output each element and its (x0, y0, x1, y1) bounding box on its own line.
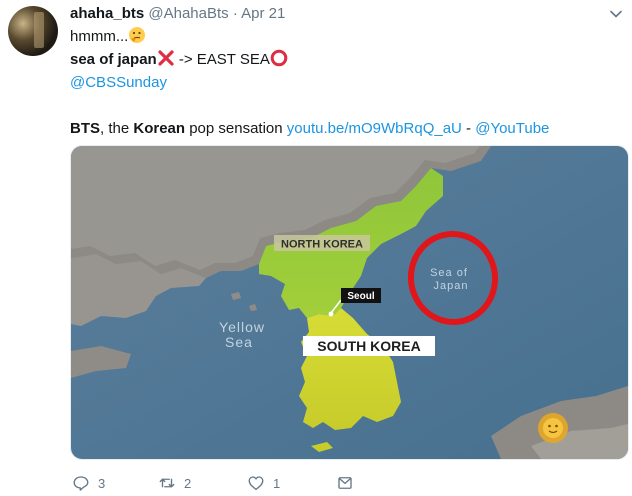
tweet-text-mid: , the (100, 120, 134, 137)
tweet-text: hmmm... sea of japan -> EAST SEA @CBSSun… (70, 25, 610, 140)
media-preview[interactable]: NORTH KOREA SOUTH KOREA Seoul Yellow Sea… (70, 145, 629, 460)
chevron-down-icon[interactable] (608, 6, 624, 22)
tweet-bold-korean: Korean (133, 120, 186, 137)
like-count: 1 (273, 475, 281, 491)
tweet-line-2-bold: sea of japan (70, 51, 157, 68)
tweet-actions: 3 2 1 (70, 474, 490, 496)
south-korea-label-box: SOUTH KOREA (303, 336, 435, 356)
avatar[interactable] (8, 6, 58, 56)
tweet-dash: - (461, 120, 476, 137)
mention-link[interactable]: @CBSSunday (70, 74, 167, 91)
direct-message-button[interactable] (336, 474, 354, 492)
reply-count: 3 (98, 475, 106, 491)
red-circle-icon (270, 49, 288, 67)
yellow-sea-label-line1: Yellow (219, 319, 265, 335)
north-korea-label-box: NORTH KOREA (274, 235, 370, 251)
youtube-mention-link[interactable]: @YouTube (475, 120, 549, 137)
seoul-label: Seoul (347, 291, 374, 302)
korea-map-image: NORTH KOREA SOUTH KOREA Seoul Yellow Sea… (71, 146, 628, 459)
yellow-sea-label-line2: Sea (225, 334, 253, 350)
north-korea-label: NORTH KOREA (281, 239, 363, 251)
tweet-date[interactable]: Apr 21 (241, 5, 285, 22)
separator: · (232, 5, 238, 22)
thinking-face-icon (129, 27, 146, 43)
retweet-button[interactable]: 2 (158, 474, 191, 492)
cross-mark-icon (158, 50, 174, 66)
sun-logo-icon (538, 413, 568, 443)
tweet-header: ahaha_bts @AhahaBts · Apr 21 (70, 5, 285, 22)
like-button[interactable]: 1 (247, 474, 280, 492)
retweet-count: 2 (184, 475, 192, 491)
like-icon (248, 476, 264, 491)
direct-message-icon (338, 477, 352, 489)
youtube-link[interactable]: youtu.be/mO9WbRqQ_aU (287, 120, 462, 137)
tweet-line-1: hmmm... (70, 28, 129, 45)
sea-of-japan-label-line1: Sea of (430, 267, 468, 279)
display-name[interactable]: ahaha_bts (70, 5, 144, 22)
sea-of-japan-label-line2: Japan (434, 280, 469, 292)
south-korea-label: SOUTH KOREA (317, 338, 420, 354)
retweet-icon (159, 478, 175, 488)
tweet-line-2-rest: -> EAST SEA (174, 51, 270, 68)
tweet-bold-bts: BTS (70, 120, 100, 137)
reply-icon (73, 476, 89, 491)
user-handle[interactable]: @AhahaBts (148, 5, 228, 22)
reply-button[interactable]: 3 (72, 474, 105, 492)
tweet-text-rest: pop sensation (185, 120, 287, 137)
